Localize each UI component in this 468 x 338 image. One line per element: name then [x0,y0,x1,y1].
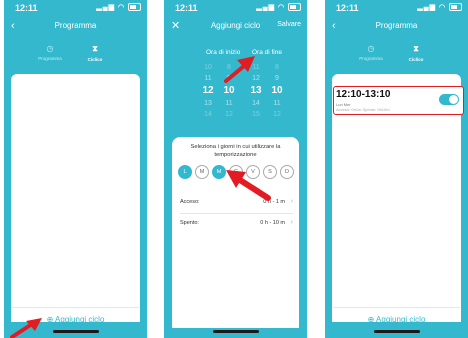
day-toggle-lunedi[interactable]: L [178,165,192,179]
wifi-icon: ◠ [277,4,286,11]
signal-icon: ▂▄▆ [256,4,275,11]
home-indicator [373,330,420,333]
chevron-right-icon: › [290,219,293,226]
start-hour-column[interactable]: 10 11 12 13 14 [197,62,219,120]
battery-icon [288,3,301,12]
tab-programma[interactable]: ◷ Programma [30,44,70,61]
status-bar: 12:11 ▂▄▆ ◠ [336,3,462,15]
signal-icon: ▂▄▆ [417,4,436,11]
home-indicator [52,330,99,333]
close-icon[interactable]: ✕ [171,19,180,32]
add-cycle-label: Aggiungi ciclo [376,315,426,324]
tab-label: Ciclico [87,57,103,62]
nav-bar: ✕ Aggiungi ciclo Salvare [164,19,307,39]
wheel-value: 10 [204,64,212,71]
page-title: Programma [54,21,97,30]
screen-programma-list: 12:11 ▂▄▆ ◠ ‹ Programma ◷ Programma ⧗ Ci… [325,0,468,338]
divider [180,213,293,214]
wheel-value: 11 [225,100,233,107]
nav-bar: ‹ Programma [325,20,468,39]
home-indicator [212,330,259,333]
status-icons: ▂▄▆ ◠ [96,3,141,12]
off-duration-row[interactable]: Spento: 0 h - 10 m › [180,219,293,230]
sheet-title: Seleziona i giorni in cui utilizzare la … [190,144,281,158]
tab-ciclico[interactable]: ⧗ Ciclico [396,44,436,62]
add-cycle-button[interactable]: ⊕ Aggiungi ciclo [325,315,468,324]
end-minute-column[interactable]: 8 9 10 11 12 [266,62,288,120]
wheel-value-selected: 10 [223,85,235,96]
content-card [11,74,140,322]
wheel-value: 12 [273,111,281,118]
day-toggle-martedi[interactable]: M [195,165,209,179]
wheel-value: 13 [204,100,212,107]
off-duration-value: 0 h - 10 m [260,220,285,226]
save-button[interactable]: Salvare [277,21,301,28]
wheel-value: 11 [204,75,212,82]
wheel-value: 11 [273,100,281,107]
wifi-icon: ◠ [117,4,126,11]
status-bar: 12:11 ▂▄▆ ◠ [15,3,141,15]
wheel-value-selected: 10 [271,85,283,96]
tab-label: Programma [38,56,62,61]
divider [12,307,139,308]
signal-icon: ▂▄▆ [96,4,115,11]
battery-icon [128,3,141,12]
battery-icon [449,3,462,12]
back-icon[interactable]: ‹ [11,20,15,32]
day-toggle-domenica[interactable]: D [280,165,294,179]
nav-bar: ‹ Programma [4,20,147,39]
wheel-value: 15 [252,111,260,118]
tab-programma[interactable]: ◷ Programma [351,44,391,61]
wheel-value-selected: 13 [250,85,262,96]
schedule-enable-toggle[interactable] [439,94,459,105]
clock-icon: ◷ [367,44,375,53]
tab-label: Programma [359,56,383,61]
tab-bar: ◷ Programma ⧗ Ciclico [4,44,147,74]
day-selector-sheet: Seleziona i giorni in cui utilizzare la … [172,137,299,328]
plus-circle-icon: ⊕ [46,315,54,324]
off-duration-label: Spento: [180,220,199,226]
hourglass-icon: ⧗ [92,44,98,53]
plus-circle-icon: ⊕ [367,315,375,324]
wheel-value: 8 [275,64,279,71]
cycle-schedule-item[interactable]: 12:10-13:10 Lun Mer Acceso: 0h1m Spento:… [333,86,464,115]
tab-bar: ◷ Programma ⧗ Ciclico [325,44,468,74]
schedule-durations: Acceso: 0h1m Spento: 0h10m [336,107,390,112]
wheel-value: 14 [204,111,212,118]
page-title: Aggiungi ciclo [210,21,261,30]
status-bar: 12:11 ▂▄▆ ◠ [175,3,301,15]
screen-programma-empty: 12:11 ▂▄▆ ◠ ‹ Programma ◷ Programma ⧗ Ci… [4,0,147,338]
annotation-arrow-end-time [224,56,255,83]
back-icon[interactable]: ‹ [332,20,336,32]
clock-icon: ◷ [46,44,54,53]
page-title: Programma [375,21,418,30]
wheel-value: 9 [275,75,279,82]
status-time: 12:11 [15,3,38,13]
wifi-icon: ◠ [438,4,447,11]
wheel-value: 14 [252,100,260,107]
schedule-time: 12:10-13:10 [336,89,391,100]
annotation-arrow-add-cycle [10,318,42,338]
add-cycle-label: Aggiungi ciclo [55,315,105,324]
status-time: 12:11 [175,3,198,13]
status-time: 12:11 [336,3,359,13]
annotation-arrow-day-selector [226,170,271,201]
status-icons: ▂▄▆ ◠ [417,3,462,12]
hourglass-icon: ⧗ [413,44,419,53]
chevron-right-icon: › [290,198,293,205]
divider [333,307,460,308]
on-duration-label: Acceso: [180,199,200,205]
wheel-value: 12 [225,111,233,118]
wheel-value-selected: 12 [202,85,214,96]
tab-label: Ciclico [408,57,424,62]
tab-ciclico[interactable]: ⧗ Ciclico [75,44,115,62]
status-icons: ▂▄▆ ◠ [256,3,301,12]
